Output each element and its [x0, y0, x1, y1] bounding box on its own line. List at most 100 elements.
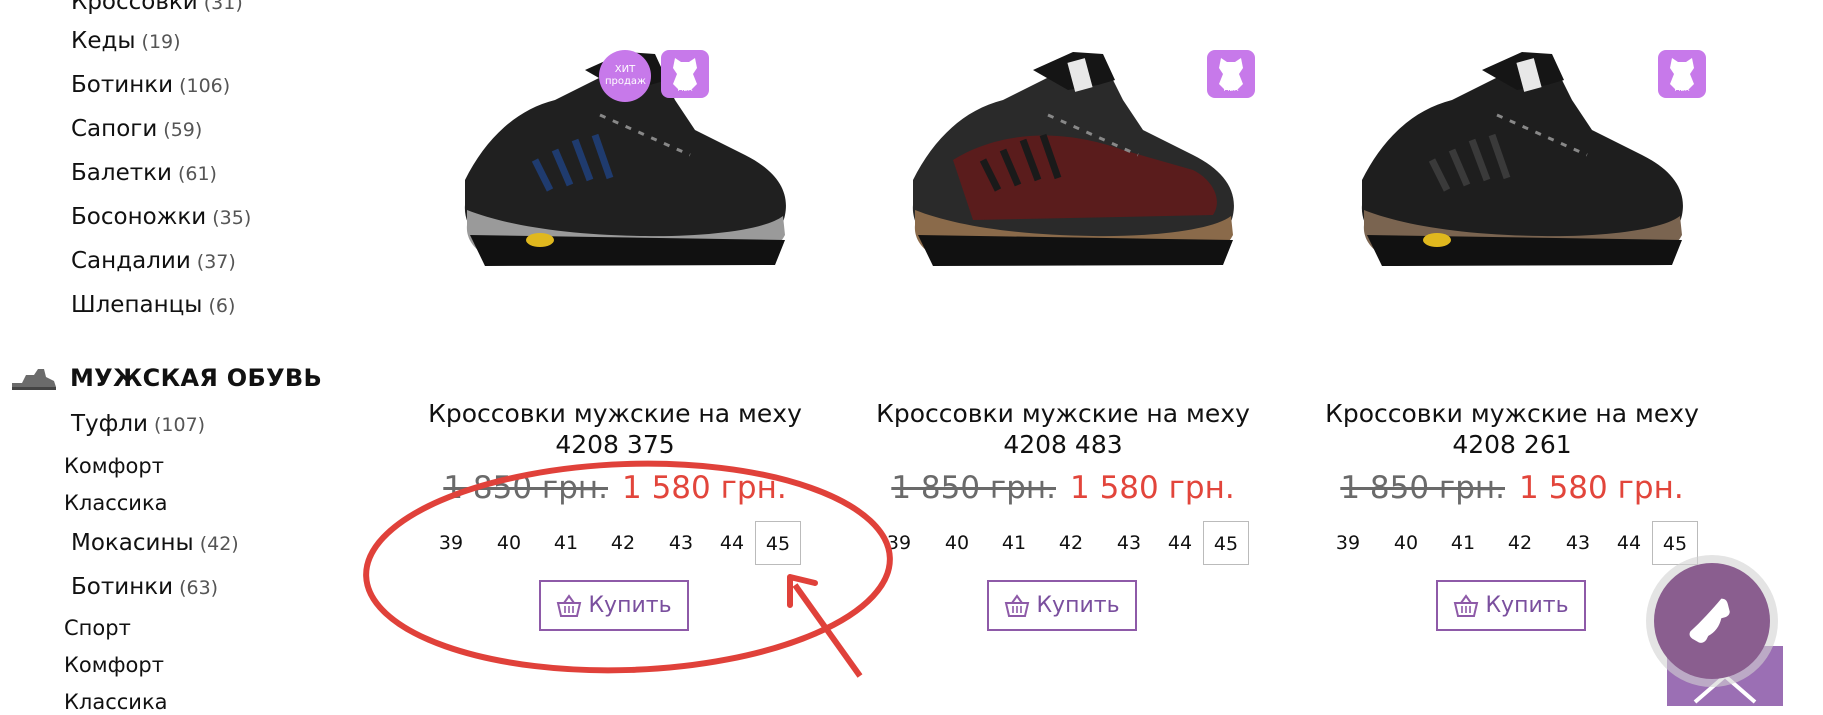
- fur-badge: МЕХ: [661, 50, 709, 98]
- sidebar-item-sandalii[interactable]: Сандалии (37): [71, 247, 236, 276]
- size-option[interactable]: 39: [428, 521, 474, 565]
- size-option[interactable]: 43: [1106, 521, 1152, 565]
- size-option[interactable]: 44: [1606, 521, 1652, 565]
- basket-icon: [1454, 593, 1479, 617]
- sidebar-item-label: Балетки: [71, 160, 172, 186]
- sidebar-subitem-comfort[interactable]: Комфорт: [64, 652, 164, 678]
- sidebar-item-count: (107): [153, 414, 206, 436]
- price-block: 1 850 грн. 1 580 грн.: [1302, 470, 1722, 506]
- sidebar-item-label: Кеды: [71, 28, 136, 54]
- sidebar-item-label: Кроссовки: [71, 0, 198, 15]
- size-selector: 39 40 41 42 43 44 45: [405, 521, 825, 565]
- sidebar-item-label: Босоножки: [71, 204, 207, 230]
- size-option[interactable]: 42: [1497, 521, 1543, 565]
- size-option[interactable]: 44: [709, 521, 755, 565]
- phone-icon: [1689, 598, 1730, 643]
- fur-badge: МЕХ: [1658, 50, 1706, 98]
- sidebar-item-moccasins[interactable]: Мокасины (42): [71, 529, 239, 558]
- size-selector: 39 40 41 42 43 44 45: [1302, 521, 1722, 565]
- sidebar-item-ballet-flats[interactable]: Балетки (61): [71, 159, 217, 188]
- shoe-icon: [12, 369, 56, 390]
- sidebar-subitem-comfort[interactable]: Комфорт: [64, 453, 164, 479]
- sidebar-item-sneakers[interactable]: Кроссовки (31): [71, 0, 243, 17]
- sidebar-item-count: (31): [203, 0, 243, 14]
- sidebar-item-count: (42): [199, 533, 239, 555]
- hit-badge-label: ХИТ продаж: [605, 64, 647, 87]
- size-option[interactable]: 42: [1048, 521, 1094, 565]
- sidebar-subitem-classic[interactable]: Классика: [64, 490, 168, 516]
- size-option[interactable]: 40: [934, 521, 980, 565]
- basket-icon: [557, 593, 582, 617]
- sidebar-item-count: (37): [196, 251, 236, 273]
- size-option[interactable]: 40: [486, 521, 532, 565]
- size-option[interactable]: 40: [1383, 521, 1429, 565]
- buy-button[interactable]: Купить: [539, 580, 689, 631]
- sidebar-item-label: Шлепанцы: [71, 292, 203, 318]
- sidebar-subitem-sport[interactable]: Спорт: [64, 615, 131, 641]
- product-title[interactable]: Кроссовки мужские на меху 4208 483: [853, 398, 1273, 460]
- size-option-selected[interactable]: 45: [1652, 521, 1698, 565]
- fur-badge-label: МЕХ: [677, 85, 693, 93]
- buy-button[interactable]: Купить: [987, 580, 1137, 631]
- sidebar-item-count: (59): [163, 119, 203, 141]
- buy-button-label: Купить: [1036, 593, 1120, 618]
- size-option[interactable]: 39: [876, 521, 922, 565]
- section-title: МУЖСКАЯ ОБУВЬ: [70, 364, 323, 392]
- sidebar-item-label: Ботинки: [71, 574, 174, 600]
- size-option[interactable]: 42: [600, 521, 646, 565]
- sidebar: Кроссовки (31) Кеды (19) Ботинки (106) Сапо…: [0, 0, 330, 714]
- product-card: МЕХ Кроссовки мужские на меху 4208 261 1…: [1302, 0, 1722, 697]
- fur-badge: МЕХ: [1207, 50, 1255, 98]
- sidebar-item-sandals[interactable]: Босоножки (35): [71, 203, 251, 232]
- product-sku: 4208 483: [1003, 430, 1123, 459]
- product-title[interactable]: Кроссовки мужские на меху 4208 375: [405, 398, 825, 460]
- size-option[interactable]: 41: [543, 521, 589, 565]
- product-title-line: Кроссовки мужские на меху: [428, 399, 802, 428]
- sidebar-item-count: (6): [208, 295, 236, 317]
- sidebar-item-count: (35): [212, 207, 252, 229]
- new-price: 1 580 грн.: [622, 470, 787, 506]
- size-option[interactable]: 43: [1555, 521, 1601, 565]
- sidebar-item-boots[interactable]: Ботинки (106): [71, 71, 230, 100]
- sidebar-item-high-boots[interactable]: Сапоги (59): [71, 115, 202, 144]
- old-price: 1 850 грн.: [891, 470, 1056, 506]
- call-button[interactable]: [1654, 563, 1770, 679]
- product-image[interactable]: [893, 40, 1243, 280]
- sidebar-item-count: (63): [179, 577, 219, 599]
- size-option[interactable]: 43: [658, 521, 704, 565]
- price-block: 1 850 грн. 1 580 грн.: [405, 470, 825, 506]
- sidebar-subitem-classic[interactable]: Классика: [64, 689, 168, 715]
- sidebar-item-keds[interactable]: Кеды (19): [71, 27, 181, 56]
- product-image[interactable]: [1342, 40, 1692, 280]
- sidebar-item-label: Ботинки: [71, 72, 174, 98]
- new-price: 1 580 грн.: [1519, 470, 1684, 506]
- sidebar-item-flip-flops[interactable]: Шлепанцы (6): [71, 291, 235, 320]
- old-price: 1 850 грн.: [443, 470, 608, 506]
- product-title[interactable]: Кроссовки мужские на меху 4208 261: [1302, 398, 1722, 460]
- old-price: 1 850 грн.: [1340, 470, 1505, 506]
- size-selector: 39 40 41 42 43 44 45: [853, 521, 1273, 565]
- fur-badge-label: МЕХ: [1674, 85, 1690, 93]
- sidebar-section-men[interactable]: МУЖСКАЯ ОБУВЬ: [10, 362, 322, 394]
- price-block: 1 850 грн. 1 580 грн.: [853, 470, 1273, 506]
- size-option-selected[interactable]: 45: [1203, 521, 1249, 565]
- sidebar-item-men-boots[interactable]: Ботинки (63): [71, 573, 218, 602]
- basket-icon: [1005, 593, 1030, 617]
- sidebar-item-label: Сапоги: [71, 116, 158, 142]
- size-option[interactable]: 41: [991, 521, 1037, 565]
- buy-button-label: Купить: [588, 593, 672, 618]
- hit-badge: ХИТ продаж: [599, 50, 651, 102]
- sidebar-item-count: (61): [177, 163, 217, 185]
- size-option[interactable]: 39: [1325, 521, 1371, 565]
- product-sku: 4208 375: [555, 430, 675, 459]
- sidebar-item-shoes[interactable]: Туфли (107): [71, 410, 205, 439]
- size-option[interactable]: 41: [1440, 521, 1486, 565]
- product-card: МЕХ Кроссовки мужские на меху 4208 483 1…: [853, 0, 1273, 697]
- sidebar-item-count: (19): [141, 31, 181, 53]
- size-option[interactable]: 44: [1157, 521, 1203, 565]
- buy-button[interactable]: Купить: [1436, 580, 1586, 631]
- sidebar-item-count: (106): [179, 75, 231, 97]
- size-option-selected[interactable]: 45: [755, 521, 801, 565]
- sidebar-item-label: Сандалии: [71, 248, 191, 274]
- sidebar-item-label: Туфли: [71, 411, 148, 437]
